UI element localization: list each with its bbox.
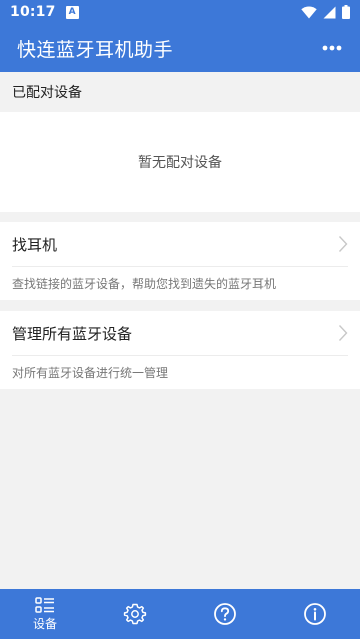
manage-devices-description: 对所有蓝牙设备进行统一管理 <box>12 366 169 380</box>
bottom-navigation: 设备 <box>0 589 360 639</box>
empty-state-text: 暂无配对设备 <box>138 155 222 171</box>
wifi-icon <box>301 6 317 18</box>
nav-help[interactable] <box>180 589 270 639</box>
manage-devices-card[interactable]: 管理所有蓝牙设备 对所有蓝牙设备进行统一管理 <box>0 311 360 389</box>
status-icons <box>301 5 350 19</box>
find-earphones-description: 查找链接的蓝牙设备，帮助您找到遗失的蓝牙耳机 <box>12 277 277 291</box>
signal-icon <box>323 6 336 18</box>
manage-devices-title: 管理所有蓝牙设备 <box>12 324 133 343</box>
paired-devices-empty: 暂无配对设备 <box>0 112 360 212</box>
nav-devices-label: 设备 <box>32 616 57 631</box>
manage-devices-row: 管理所有蓝牙设备 <box>12 311 348 356</box>
info-icon <box>304 603 326 625</box>
app-title: 快连蓝牙耳机助手 <box>17 38 174 61</box>
find-earphones-title: 找耳机 <box>12 235 58 254</box>
settings-icon <box>123 603 147 625</box>
help-icon <box>214 603 236 625</box>
battery-icon <box>342 5 350 19</box>
more-vert-icon <box>322 45 342 51</box>
status-bar: 10:17 A <box>0 0 360 24</box>
app-bar: 快连蓝牙耳机助手 <box>0 24 360 72</box>
nav-settings[interactable] <box>90 589 180 639</box>
find-earphones-row: 找耳机 <box>12 222 348 267</box>
more-options-button[interactable] <box>318 34 346 62</box>
status-time: 10:17 <box>10 4 56 20</box>
nav-info[interactable] <box>270 589 360 639</box>
notification-app-icon: A <box>65 5 79 19</box>
nav-devices[interactable]: 设备 <box>0 589 90 639</box>
chevron-right-icon <box>338 325 348 341</box>
find-earphones-card[interactable]: 找耳机 查找链接的蓝牙设备，帮助您找到遗失的蓝牙耳机 <box>0 222 360 300</box>
paired-devices-header: 已配对设备 <box>12 85 82 101</box>
devices-icon <box>35 596 54 613</box>
chevron-right-icon <box>338 236 348 252</box>
